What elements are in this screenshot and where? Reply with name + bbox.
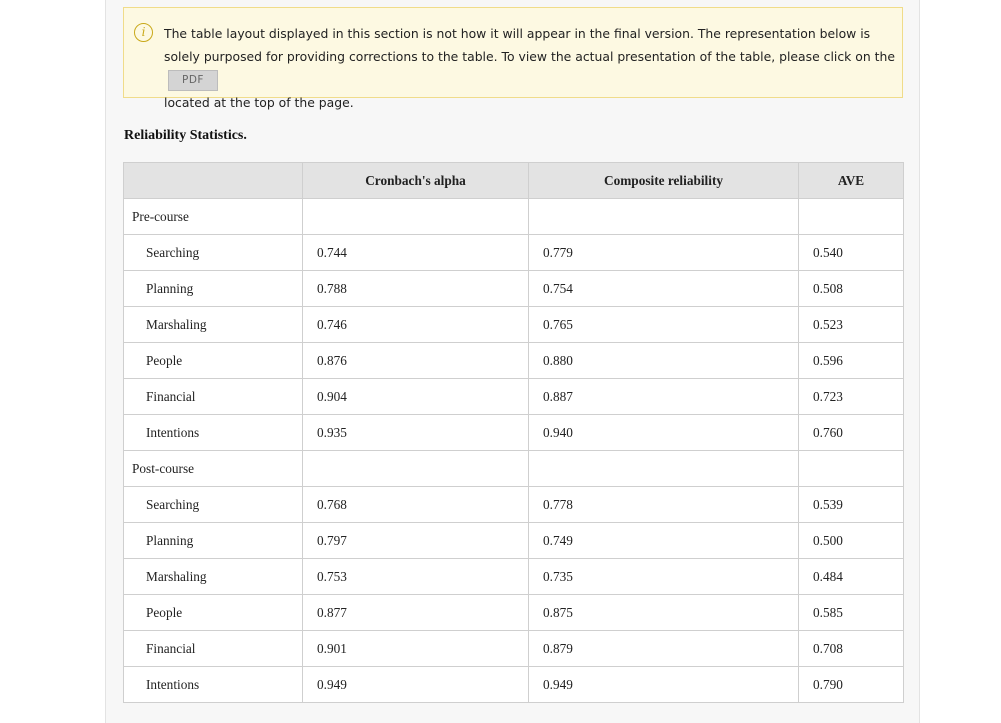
composite-reliability-cell: 0.949	[528, 666, 799, 703]
composite-reliability-cell: 0.779	[528, 234, 799, 271]
table-group-row: Pre-course	[123, 198, 904, 235]
construct-name: Financial	[123, 378, 303, 415]
cronbach-alpha-cell: 0.901	[302, 630, 529, 667]
composite-reliability-cell: 0.887	[528, 378, 799, 415]
composite-reliability-cell: 0.778	[528, 486, 799, 523]
ave-cell: 0.760	[798, 414, 904, 451]
construct-name: Searching	[123, 486, 303, 523]
reliability-table: Cronbach's alpha Composite reliability A…	[123, 162, 904, 703]
composite-reliability-cell: 0.879	[528, 630, 799, 667]
header-blank	[123, 162, 303, 199]
ave-cell: 0.585	[798, 594, 904, 631]
composite-reliability-cell: 0.735	[528, 558, 799, 595]
info-icon: i	[134, 23, 153, 42]
empty-cell	[302, 450, 529, 487]
cronbach-alpha-cell: 0.949	[302, 666, 529, 703]
construct-name: Intentions	[123, 666, 303, 703]
ave-cell: 0.508	[798, 270, 904, 307]
ave-cell: 0.596	[798, 342, 904, 379]
cronbach-alpha-cell: 0.797	[302, 522, 529, 559]
table-row: Financial 0.901 0.879 0.708	[123, 630, 904, 667]
construct-name: People	[123, 342, 303, 379]
composite-reliability-cell: 0.749	[528, 522, 799, 559]
construct-name: Marshaling	[123, 306, 303, 343]
composite-reliability-cell: 0.754	[528, 270, 799, 307]
table-header-row: Cronbach's alpha Composite reliability A…	[123, 162, 904, 199]
construct-name: People	[123, 594, 303, 631]
cronbach-alpha-cell: 0.904	[302, 378, 529, 415]
table-row: Searching 0.744 0.779 0.540	[123, 234, 904, 271]
table-row: Marshaling 0.753 0.735 0.484	[123, 558, 904, 595]
construct-name: Marshaling	[123, 558, 303, 595]
empty-cell	[798, 450, 904, 487]
construct-name: Searching	[123, 234, 303, 271]
cronbach-alpha-cell: 0.744	[302, 234, 529, 271]
construct-name: Planning	[123, 270, 303, 307]
cronbach-alpha-cell: 0.935	[302, 414, 529, 451]
table-row: Marshaling 0.746 0.765 0.523	[123, 306, 904, 343]
composite-reliability-cell: 0.875	[528, 594, 799, 631]
group-label: Post-course	[123, 450, 303, 487]
table-group-row: Post-course	[123, 450, 904, 487]
ave-cell: 0.723	[798, 378, 904, 415]
header-composite-reliability: Composite reliability	[528, 162, 799, 199]
table-row: Financial 0.904 0.887 0.723	[123, 378, 904, 415]
pdf-button[interactable]: PDF	[168, 70, 218, 91]
empty-cell	[798, 198, 904, 235]
notice-text: The table layout displayed in this secti…	[164, 22, 900, 114]
table-row: People 0.877 0.875 0.585	[123, 594, 904, 631]
table-row: Intentions 0.935 0.940 0.760	[123, 414, 904, 451]
composite-reliability-cell: 0.940	[528, 414, 799, 451]
ave-cell: 0.708	[798, 630, 904, 667]
construct-name: Intentions	[123, 414, 303, 451]
group-label: Pre-course	[123, 198, 303, 235]
cronbach-alpha-cell: 0.753	[302, 558, 529, 595]
header-ave: AVE	[798, 162, 904, 199]
empty-cell	[302, 198, 529, 235]
composite-reliability-cell: 0.765	[528, 306, 799, 343]
table-notice: i The table layout displayed in this sec…	[123, 7, 903, 110]
cronbach-alpha-cell: 0.876	[302, 342, 529, 379]
table-row: Searching 0.768 0.778 0.539	[123, 486, 904, 523]
notice-message: The table layout displayed in this secti…	[164, 26, 895, 64]
header-cronbach-alpha: Cronbach's alpha	[302, 162, 529, 199]
ave-cell: 0.540	[798, 234, 904, 271]
table-title: Reliability Statistics.	[124, 128, 247, 143]
cronbach-alpha-cell: 0.746	[302, 306, 529, 343]
notice-message-end: located at the top of the page.	[164, 95, 354, 110]
construct-name: Financial	[123, 630, 303, 667]
ave-cell: 0.790	[798, 666, 904, 703]
cronbach-alpha-cell: 0.768	[302, 486, 529, 523]
table-row: Planning 0.788 0.754 0.508	[123, 270, 904, 307]
composite-reliability-cell: 0.880	[528, 342, 799, 379]
ave-cell: 0.539	[798, 486, 904, 523]
table-row: Planning 0.797 0.749 0.500	[123, 522, 904, 559]
construct-name: Planning	[123, 522, 303, 559]
cronbach-alpha-cell: 0.788	[302, 270, 529, 307]
ave-cell: 0.523	[798, 306, 904, 343]
empty-cell	[528, 450, 799, 487]
table-row: Intentions 0.949 0.949 0.790	[123, 666, 904, 703]
cronbach-alpha-cell: 0.877	[302, 594, 529, 631]
ave-cell: 0.500	[798, 522, 904, 559]
empty-cell	[528, 198, 799, 235]
ave-cell: 0.484	[798, 558, 904, 595]
table-row: People 0.876 0.880 0.596	[123, 342, 904, 379]
